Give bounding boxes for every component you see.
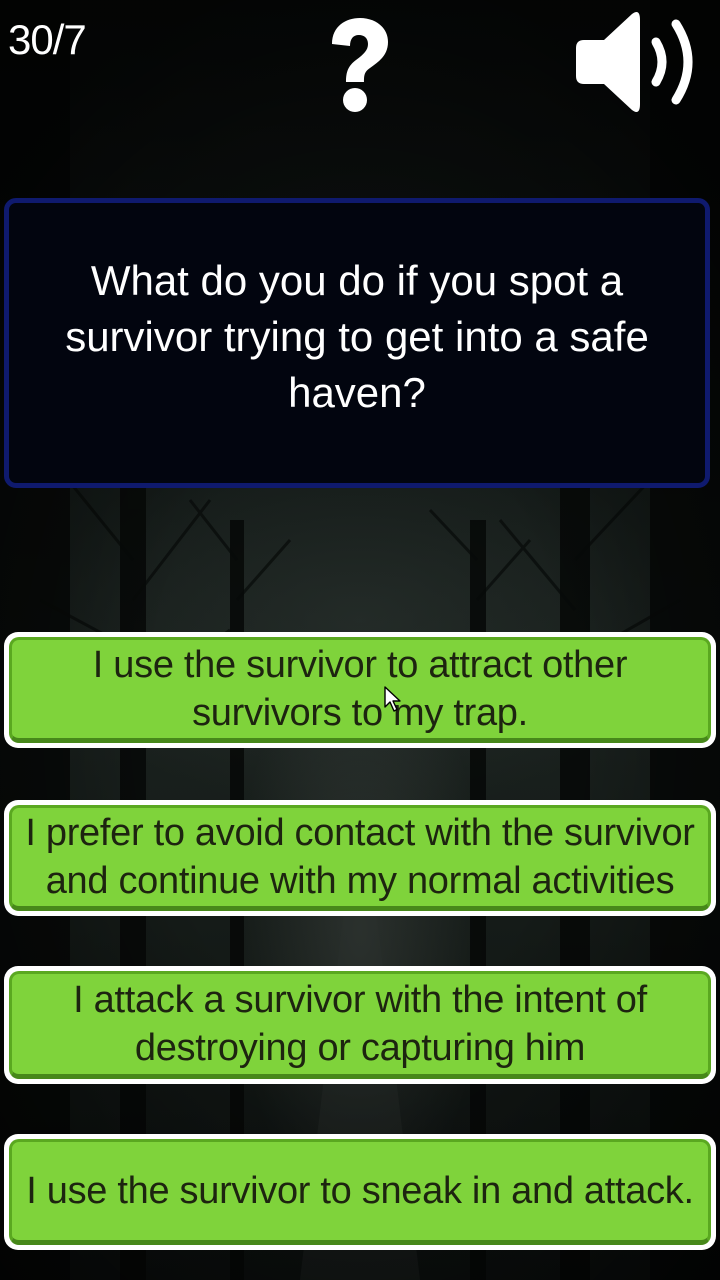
answer-button-face: I use the survivor to attract other surv… [9, 637, 711, 743]
answer-button-face: I attack a survivor with the intent of d… [9, 971, 711, 1079]
mouse-pointer-icon [384, 686, 401, 712]
answer-label: I prefer to avoid contact with the survi… [25, 812, 695, 902]
answer-button-1[interactable]: I use the survivor to attract other surv… [4, 632, 716, 748]
help-button[interactable] [318, 14, 398, 114]
answer-button-2[interactable]: I prefer to avoid contact with the survi… [4, 800, 716, 916]
question-text: What do you do if you spot a survivor tr… [65, 257, 649, 416]
answer-button-4[interactable]: I use the survivor to sneak in and attac… [4, 1134, 716, 1250]
answer-label: I attack a survivor with the intent of d… [73, 979, 647, 1069]
question-mark-icon [332, 18, 388, 112]
answer-label: I use the survivor to attract other surv… [92, 644, 628, 734]
answer-button-face: I use the survivor to sneak in and attac… [9, 1139, 711, 1245]
speaker-on-icon [576, 12, 693, 112]
answer-button-3[interactable]: I attack a survivor with the intent of d… [4, 966, 716, 1084]
question-panel: What do you do if you spot a survivor tr… [4, 198, 710, 488]
sound-toggle-button[interactable] [570, 6, 710, 118]
answer-button-face: I prefer to avoid contact with the survi… [9, 805, 711, 911]
score-counter: 30/7 [8, 16, 87, 63]
answer-label: I use the survivor to sneak in and attac… [26, 1170, 694, 1212]
